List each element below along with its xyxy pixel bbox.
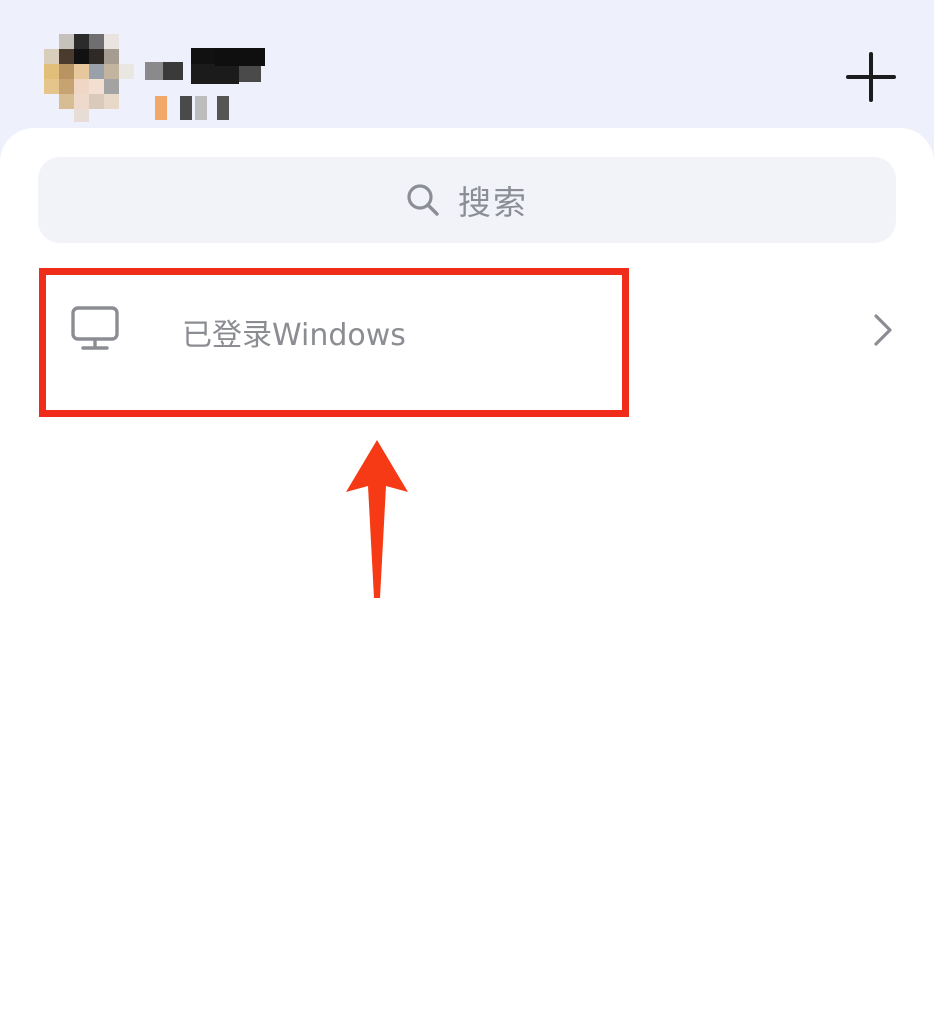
logged-in-windows-label: 已登录Windows — [182, 318, 406, 353]
plus-icon — [846, 52, 896, 102]
user-name-blurred — [145, 44, 270, 122]
monitor-icon — [70, 306, 120, 352]
logged-in-windows-item[interactable]: 已登录Windows — [38, 268, 896, 418]
add-button[interactable] — [846, 52, 896, 102]
chevron-right-icon — [870, 312, 896, 348]
search-icon — [406, 183, 440, 217]
search-label: 搜索 — [458, 183, 528, 222]
user-avatar-icon[interactable] — [44, 34, 134, 122]
content-sheet — [0, 128, 934, 1024]
search-input[interactable]: 搜索 — [38, 157, 896, 243]
top-bar — [0, 0, 934, 140]
